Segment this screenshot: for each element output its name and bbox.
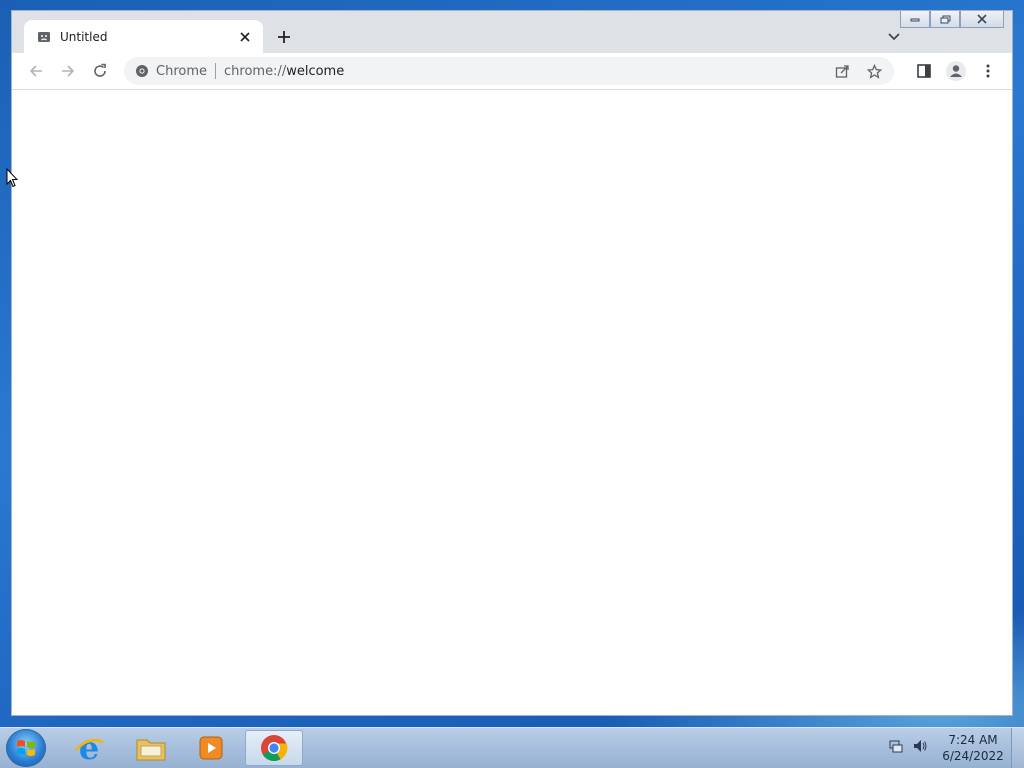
- omnibox[interactable]: Chrome chrome://welcome: [124, 57, 894, 85]
- back-icon[interactable]: [24, 59, 48, 83]
- browser-toolbar: Chrome chrome://welcome: [12, 53, 1012, 90]
- forward-icon[interactable]: [56, 59, 80, 83]
- file-explorer-icon[interactable]: [122, 730, 180, 766]
- menu-icon[interactable]: [976, 59, 1000, 83]
- restore-icon[interactable]: [930, 11, 960, 28]
- volume-icon[interactable]: [912, 738, 928, 758]
- window-caption-buttons: [900, 11, 1004, 28]
- page-content[interactable]: [12, 90, 1012, 715]
- clock-time: 7:24 AM: [948, 733, 998, 747]
- share-icon[interactable]: [830, 59, 854, 83]
- show-desktop-button[interactable]: [1011, 728, 1024, 768]
- media-player-icon[interactable]: [182, 730, 240, 766]
- start-button-icon[interactable]: [6, 729, 46, 767]
- minimize-icon[interactable]: [900, 11, 930, 28]
- google-chrome-icon[interactable]: [245, 730, 303, 766]
- tab-untitled[interactable]: Untitled: [24, 20, 263, 53]
- star-icon[interactable]: [862, 59, 886, 83]
- svg-text:e: e: [79, 732, 99, 764]
- taskbar-clock[interactable]: 7:24 AM 6/24/2022: [940, 732, 1006, 764]
- tab-close-icon[interactable]: [237, 29, 253, 45]
- sad-page-icon: [36, 29, 52, 45]
- omnibox-url[interactable]: chrome://welcome: [224, 64, 344, 79]
- profile-icon[interactable]: [944, 59, 968, 83]
- tab-search-chevron-icon[interactable]: [884, 27, 904, 47]
- internet-explorer-icon[interactable]: e: [60, 730, 118, 766]
- clock-date: 6/24/2022: [942, 749, 1004, 763]
- tab-title: Untitled: [60, 29, 108, 44]
- mouse-pointer-icon: [6, 167, 19, 192]
- omnibox-divider: [215, 63, 216, 79]
- reload-icon[interactable]: [88, 59, 112, 83]
- network-icon[interactable]: [888, 738, 904, 758]
- new-tab-plus-icon[interactable]: [274, 27, 294, 47]
- chrome-window: Untitled Chrome chrome://welcome: [11, 10, 1013, 716]
- side-panel-icon[interactable]: [912, 59, 936, 83]
- url-prefix: chrome://: [224, 63, 287, 79]
- close-window-icon[interactable]: [960, 11, 1004, 28]
- omnibox-chip-label: Chrome: [156, 63, 207, 79]
- chrome-logo-icon: [134, 63, 150, 79]
- tab-strip: Untitled: [12, 11, 1012, 53]
- system-tray: [888, 738, 928, 758]
- url-host: welcome: [286, 63, 345, 79]
- taskbar: e 7:24 AM 6/24/2022: [0, 727, 1024, 768]
